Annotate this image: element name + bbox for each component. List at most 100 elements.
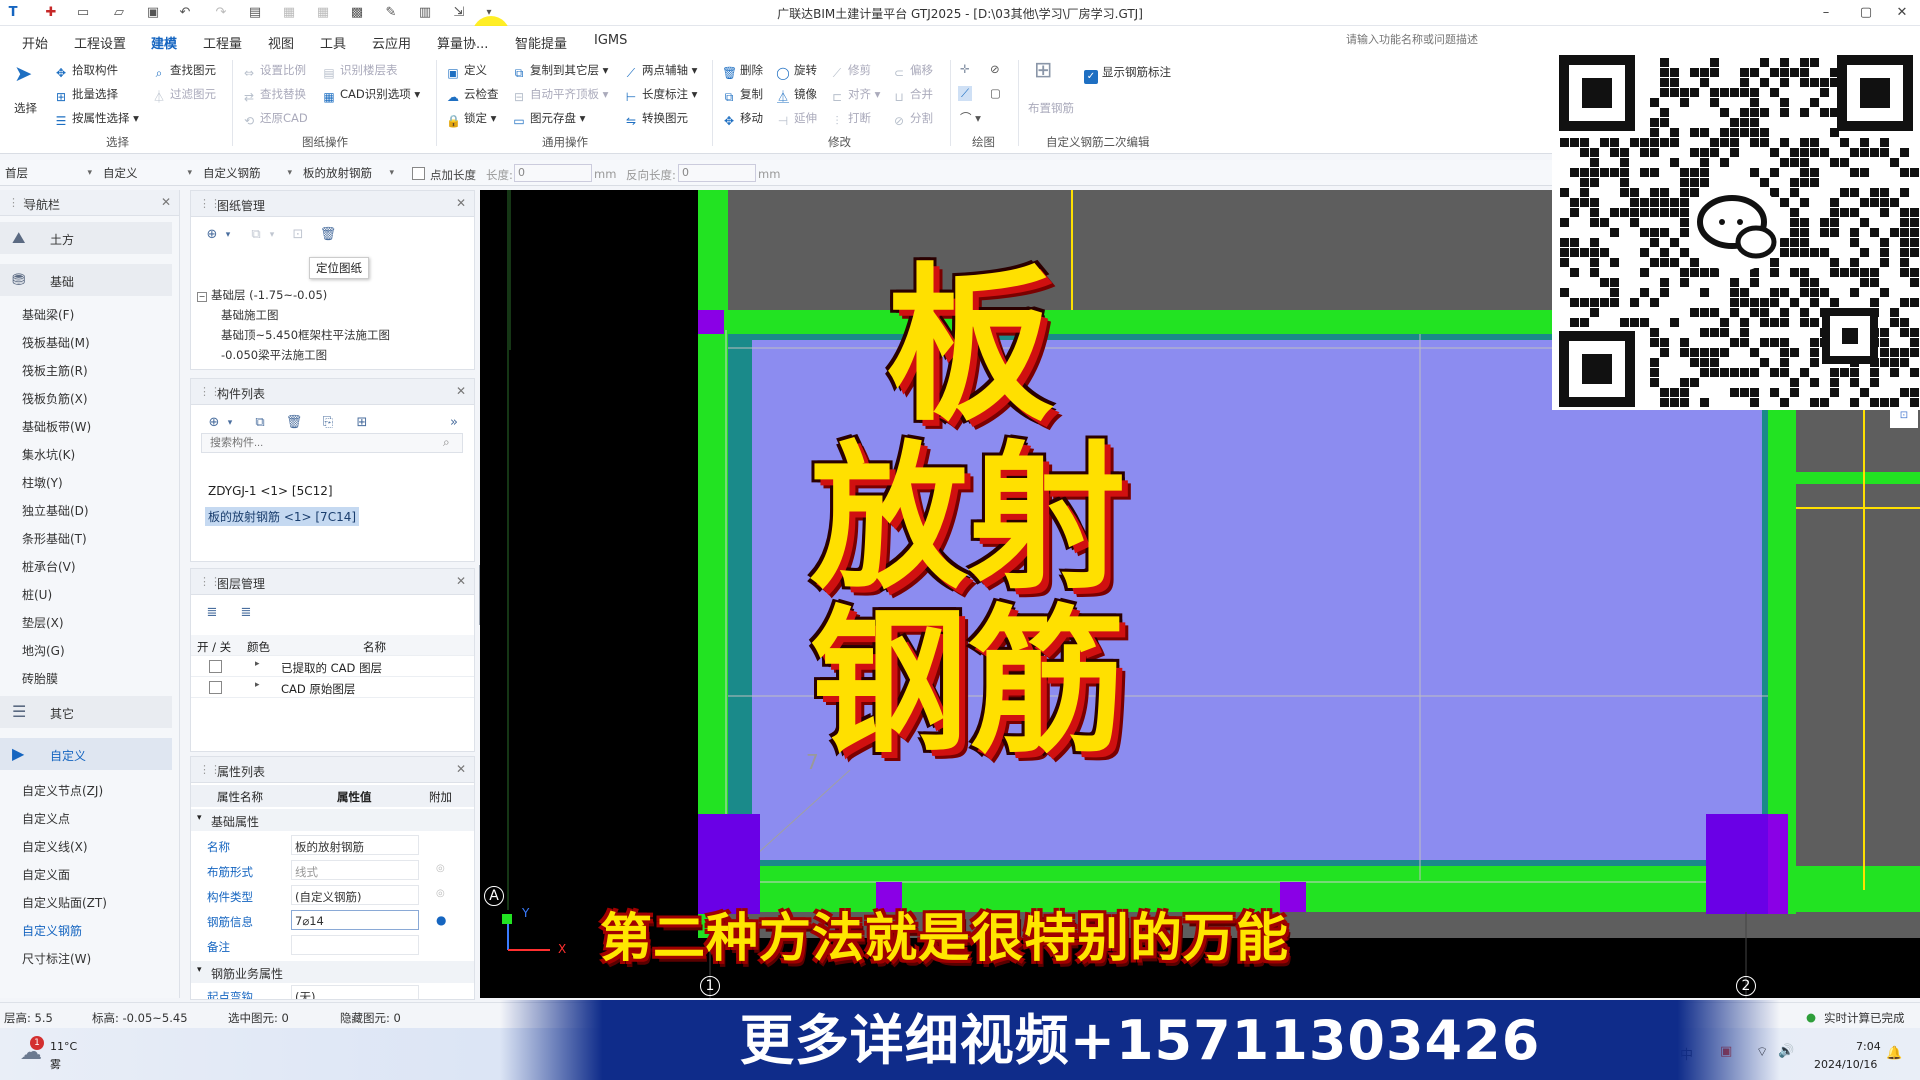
length-input[interactable]: 0 <box>514 164 592 182</box>
split-button[interactable]: ⊘ 分割 <box>892 110 933 128</box>
nav-item-custom-rebar[interactable]: 自定义钢筋 <box>22 922 82 939</box>
delete-component-icon[interactable]: 🗑 <box>283 413 305 433</box>
nav-item[interactable]: 柱墩(Y) <box>22 474 63 491</box>
menu-cloud[interactable]: 云应用 <box>372 33 411 52</box>
tree-node-drawing[interactable]: 基础顶~5.450框架柱平法施工图 <box>221 327 390 343</box>
menu-view[interactable]: 视图 <box>268 33 294 52</box>
collapse-icon[interactable]: − <box>197 292 207 302</box>
component-item-selected[interactable]: 板的放射钢筋 <1> [7C14] <box>205 507 360 526</box>
nav-item[interactable]: 自定义线(X) <box>22 838 88 855</box>
close-button[interactable]: ✕ <box>1890 3 1914 23</box>
speaker-icon[interactable]: 🔊 <box>1778 1044 1794 1059</box>
nav-item[interactable]: 桩(U) <box>22 586 52 603</box>
nav-category-earth[interactable]: ⛰ 土方 <box>0 222 172 254</box>
add-drawing-icon[interactable]: ⊕ <box>201 225 223 245</box>
nav-item[interactable]: 条形基础(T) <box>22 530 87 547</box>
nav-category-custom[interactable]: ▶ 自定义 <box>0 738 172 770</box>
lock-button[interactable]: 🔒 锁定 ▾ <box>446 110 496 128</box>
category-select[interactable]: 自定义 <box>100 164 194 182</box>
delete-button[interactable]: 🗑 删除 <box>722 62 763 80</box>
chevron-down-icon[interactable]: ▾ <box>225 413 235 433</box>
nav-item[interactable]: 砖胎膜 <box>22 670 58 687</box>
show-rebar-mark-toggle[interactable]: ✓ 显示钢筋标注 <box>1084 64 1171 84</box>
close-icon[interactable]: ✕ <box>456 574 466 588</box>
floor-select[interactable]: 首层 <box>2 164 94 182</box>
expand-icon[interactable]: ▸ <box>255 680 260 690</box>
nav-item[interactable]: 筏板基础(M) <box>22 334 90 351</box>
merge-button[interactable]: ⊔ 合并 <box>892 86 933 104</box>
property-value[interactable] <box>291 935 419 955</box>
minimize-button[interactable]: – <box>1814 3 1838 23</box>
extend-button[interactable]: ⊣ 延伸 <box>776 110 817 128</box>
draw-line-icon[interactable]: ⟋ <box>958 86 973 101</box>
draw-circle-icon[interactable]: ⊘ <box>990 62 1000 76</box>
function-search-input[interactable] <box>1342 30 1562 50</box>
chevron-down-icon[interactable]: ▾ <box>223 225 233 245</box>
rebar-info-input[interactable]: 7⌀14 <box>291 910 419 930</box>
draw-point-icon[interactable]: ✛ <box>960 62 970 76</box>
nav-item[interactable]: 筏板主筋(R) <box>22 362 88 379</box>
layer-tool-1-icon[interactable]: ≣ <box>201 603 223 623</box>
point-length-checkbox[interactable] <box>412 167 425 180</box>
break-button[interactable]: ⫶ 打断 <box>830 110 871 128</box>
select-by-attribute-button[interactable]: ☰ 按属性选择 ▾ <box>54 110 139 128</box>
nav-category-foundation[interactable]: ⛃ 基础 <box>0 264 172 296</box>
nav-item[interactable]: 筏板负筋(X) <box>22 390 88 407</box>
tree-node-drawing[interactable]: -0.050梁平法施工图 <box>221 347 327 361</box>
restore-cad-button[interactable]: ⟲ 还原CAD <box>242 110 308 128</box>
side-tool-icon[interactable]: ⊡ <box>1890 410 1918 428</box>
reverse-length-input[interactable]: 0 <box>678 164 756 182</box>
locate-drawing-icon[interactable]: ⊡ <box>287 225 309 245</box>
layer-row[interactable]: ▸ CAD 原始图层 <box>191 677 474 698</box>
draw-rect-icon[interactable]: ▢ <box>990 86 1001 100</box>
nav-item[interactable]: 独立基础(D) <box>22 502 89 519</box>
layer-tool-2-icon[interactable]: ≣ <box>235 603 257 623</box>
nav-item[interactable]: 基础梁(F) <box>22 306 74 323</box>
nav-item[interactable]: 地沟(G) <box>22 642 65 659</box>
close-icon[interactable]: ✕ <box>456 762 466 776</box>
offset-button[interactable]: ⊂ 偏移 <box>892 62 933 80</box>
align-button[interactable]: ⊏ 对齐 ▾ <box>830 86 880 104</box>
menu-modeling[interactable]: 建模 <box>151 33 178 58</box>
nav-item[interactable]: 桩承台(V) <box>22 558 76 575</box>
filter-element-button[interactable]: ⏃ 过滤图元 <box>152 86 216 104</box>
copy-drawing-icon[interactable]: ⧉ <box>245 225 267 245</box>
copy-to-other-floor-button[interactable]: ⧉ 复制到其它层 ▾ <box>512 62 609 80</box>
maximize-button[interactable]: ▢ <box>1854 3 1878 23</box>
component-select[interactable]: 板的放射钢筋 <box>300 164 396 182</box>
type-select[interactable]: 自定义钢筋 <box>200 164 294 182</box>
rotate-button[interactable]: ◯ 旋转 <box>776 62 817 80</box>
cad-options-button[interactable]: ▦ CAD识别选项 ▾ <box>322 86 420 104</box>
new-component-icon[interactable]: ⊕ <box>203 413 225 433</box>
find-element-button[interactable]: ⌕ 查找图元 <box>152 62 216 80</box>
menu-quantity[interactable]: 工程量 <box>203 33 242 52</box>
two-point-axis-button[interactable]: ⟋ 两点辅轴 ▾ <box>624 62 698 80</box>
select-button[interactable]: 选择 <box>14 100 37 116</box>
auto-flat-top-button[interactable]: ⊟ 自动平齐顶板 ▾ <box>512 86 608 104</box>
expand-icon[interactable]: ▸ <box>255 659 260 669</box>
select-arrow-icon[interactable]: ➤ <box>14 62 32 87</box>
nav-item[interactable]: 自定义点 <box>22 810 70 827</box>
more-icon[interactable]: » <box>443 413 465 433</box>
menu-project-settings[interactable]: 工程设置 <box>74 33 126 52</box>
convert-element-button[interactable]: ⇋ 转换图元 <box>624 110 688 128</box>
property-value[interactable]: 板的放射钢筋 <box>291 835 419 855</box>
set-scale-button[interactable]: ⇔ 设置比例 <box>242 62 306 80</box>
move-button[interactable]: ✥ 移动 <box>722 110 763 128</box>
copy-button[interactable]: ⧉ 复制 <box>722 86 763 104</box>
define-button[interactable]: ▣ 定义 <box>446 62 487 80</box>
menu-start[interactable]: 开始 <box>22 33 48 52</box>
pick-component-button[interactable]: ✥ 拾取构件 <box>54 62 118 80</box>
recognize-floor-table-button[interactable]: ▤ 识别楼层表 <box>322 62 397 80</box>
extra-dot-icon[interactable]: ◎ <box>436 863 445 874</box>
nav-item[interactable]: 自定义节点(ZJ) <box>22 782 103 799</box>
layer-copy-icon[interactable]: ⎘ <box>317 413 339 433</box>
collapse-icon[interactable]: ▾ <box>197 813 202 823</box>
copy-component-icon[interactable]: ⧉ <box>249 413 271 433</box>
section-basic-properties[interactable]: ▾ 基础属性 <box>191 809 474 831</box>
menu-igms[interactable]: IGMS <box>594 33 627 48</box>
tree-node-drawing[interactable]: 基础施工图 <box>221 307 279 323</box>
save-element-button[interactable]: ▭ 图元存盘 ▾ <box>512 110 585 128</box>
nav-category-other[interactable]: ☰ 其它 <box>0 696 172 728</box>
chevron-down-icon[interactable]: ▾ <box>267 225 277 245</box>
